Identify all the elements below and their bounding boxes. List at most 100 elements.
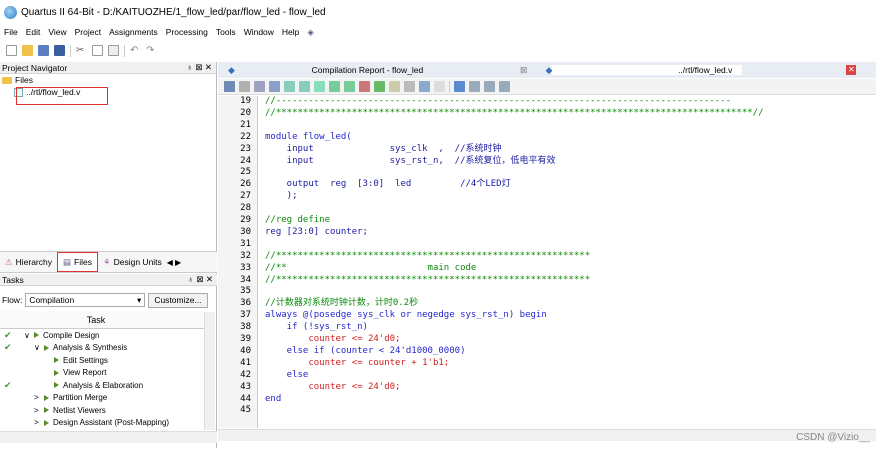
tasks-pin-close-icon[interactable]: ♁ ⊠ ✕: [188, 274, 213, 285]
tasks-vertical-scrollbar[interactable]: [204, 312, 215, 430]
code-line[interactable]: counter <= 24'd0;: [265, 334, 400, 346]
bookmark-next-icon[interactable]: [329, 81, 340, 92]
expand-icon[interactable]: >: [34, 418, 44, 427]
menu-edit[interactable]: Edit: [26, 27, 41, 37]
panel-pin-close-icon[interactable]: ♁ ⊠ ✕: [187, 62, 212, 73]
code-line[interactable]: //reg define: [265, 215, 330, 227]
task-row[interactable]: > Design Assistant (Post-Mapping): [0, 417, 212, 430]
menu-tools[interactable]: Tools: [216, 27, 236, 37]
chevron-down-icon: ▾: [137, 294, 142, 305]
bookmark-clear-icon[interactable]: [359, 81, 370, 92]
hierarchy-icon: ⚠: [5, 256, 13, 267]
code-area[interactable]: //--------------------------------------…: [259, 96, 876, 428]
task-row[interactable]: ✔ ∨ Compile Design: [0, 329, 212, 342]
editor-tabs: ◆ Compilation Report - flow_led ⊠ ◆ ../r…: [218, 62, 876, 78]
copy-icon[interactable]: [92, 45, 103, 56]
open-folder-icon[interactable]: [22, 45, 33, 56]
cut-icon[interactable]: ✂: [76, 45, 87, 56]
save-icon[interactable]: [38, 45, 49, 56]
code-line[interactable]: //计数器对系统时钟计数，计时0.2秒: [265, 298, 418, 310]
tab-hierarchy[interactable]: ⚠ Hierarchy: [0, 252, 57, 272]
task-row[interactable]: Edit Settings: [0, 354, 212, 367]
code-line[interactable]: module flow_led(: [265, 132, 352, 144]
expand-icon[interactable]: ∨: [34, 343, 44, 352]
code-line[interactable]: always @(posedge sys_clk or negedge sys_…: [265, 310, 547, 322]
code-line[interactable]: counter <= counter + 1'b1;: [265, 358, 449, 370]
insert-icon[interactable]: [419, 81, 430, 92]
template-icon[interactable]: [389, 81, 400, 92]
toolbar-divider: [124, 44, 125, 57]
bookmark-icon[interactable]: [314, 81, 325, 92]
code-line[interactable]: //**************************************…: [265, 275, 590, 287]
line-number: 24: [240, 155, 251, 166]
comment-icon[interactable]: [374, 81, 385, 92]
code-line[interactable]: else if (counter < 24'd1000_0000): [265, 346, 466, 358]
tab-design-units[interactable]: ⚘ Design Units: [98, 252, 167, 272]
find-icon[interactable]: [239, 81, 250, 92]
tabs-scroll-left-icon[interactable]: ◀: [167, 258, 173, 267]
close-report-tab-icon[interactable]: ⊠: [520, 65, 528, 76]
code-line[interactable]: counter <= 24'd0;: [265, 382, 400, 394]
code-line[interactable]: if (!sys_rst_n): [265, 322, 368, 334]
menu-view[interactable]: View: [48, 27, 66, 37]
menu-file[interactable]: File: [4, 27, 18, 37]
format-icon[interactable]: [269, 81, 280, 92]
task-row[interactable]: ✔ Analysis & Elaboration: [0, 379, 212, 392]
code-line[interactable]: input sys_clk , //系统时钟: [265, 144, 502, 156]
editor-horizontal-scrollbar[interactable]: [218, 429, 876, 441]
layout-icon[interactable]: [499, 81, 510, 92]
new-file-icon[interactable]: [6, 45, 17, 56]
window-icon[interactable]: [469, 81, 480, 92]
code-line[interactable]: output reg [3:0] led //4个LED灯: [265, 179, 511, 191]
code-line[interactable]: reg [23:0] counter;: [265, 227, 368, 239]
undo-icon[interactable]: ↶: [130, 45, 141, 56]
redo-icon[interactable]: ↷: [146, 45, 157, 56]
quartus-app-icon: [4, 5, 17, 19]
help-search-icon[interactable]: ◈: [307, 27, 314, 38]
task-row[interactable]: > Netlist Viewers: [0, 404, 212, 417]
task-row[interactable]: View Report: [0, 367, 212, 380]
code-line[interactable]: end: [265, 394, 281, 406]
case-icon[interactable]: [434, 81, 445, 92]
expand-icon[interactable]: ∨: [24, 331, 34, 340]
code-line[interactable]: );: [265, 191, 298, 203]
bookmark-prev-icon[interactable]: [344, 81, 355, 92]
split-icon[interactable]: [484, 81, 495, 92]
tab-compilation-report-label: Compilation Report - flow_led: [311, 65, 424, 75]
tabs-scroll-right-icon[interactable]: ▶: [175, 258, 181, 267]
flow-label: Flow:: [2, 295, 23, 305]
indent-icon[interactable]: [284, 81, 295, 92]
arrow-icon[interactable]: [454, 81, 465, 92]
code-line[interactable]: //**************************************…: [265, 251, 590, 263]
code-line[interactable]: input sys_rst_n, //系统复位，低电平有效: [265, 156, 556, 168]
task-column-label: Task: [86, 314, 106, 325]
tasks-horizontal-scrollbar[interactable]: [0, 431, 217, 443]
files-folder-row[interactable]: Files: [0, 74, 216, 86]
expand-icon[interactable]: >: [34, 393, 44, 402]
project-navigator-title: Project Navigator: [2, 62, 68, 73]
tab-compilation-report[interactable]: Compilation Report - flow_led: [235, 65, 500, 75]
outdent-icon[interactable]: [299, 81, 310, 92]
task-row[interactable]: > Partition Merge: [0, 392, 212, 405]
editor-tool-icon[interactable]: [224, 81, 235, 92]
code-line[interactable]: else: [265, 370, 309, 382]
block-icon[interactable]: [404, 81, 415, 92]
menu-assignments[interactable]: Assignments: [109, 27, 158, 37]
task-row[interactable]: ✔ ∨ Analysis & Synthesis: [0, 342, 212, 355]
code-line[interactable]: //** main code: [265, 263, 476, 275]
replace-icon[interactable]: [254, 81, 265, 92]
tab-files[interactable]: ▤ Files: [57, 252, 98, 272]
menu-project[interactable]: Project: [75, 27, 101, 37]
paste-icon[interactable]: [108, 45, 119, 56]
close-file-tab-icon[interactable]: ✕: [846, 65, 857, 75]
menu-processing[interactable]: Processing: [166, 27, 208, 37]
customize-button[interactable]: Customize...: [148, 292, 208, 308]
tab-flow-led-v[interactable]: ../rtl/flow_led.v: [552, 65, 743, 75]
flow-select[interactable]: Compilation ▾: [25, 293, 146, 307]
save-all-icon[interactable]: [54, 45, 65, 56]
expand-icon[interactable]: >: [34, 406, 44, 415]
menu-help[interactable]: Help: [282, 27, 299, 37]
code-line[interactable]: //**************************************…: [265, 108, 764, 120]
code-line[interactable]: //--------------------------------------…: [265, 96, 731, 108]
menu-window[interactable]: Window: [244, 27, 274, 37]
